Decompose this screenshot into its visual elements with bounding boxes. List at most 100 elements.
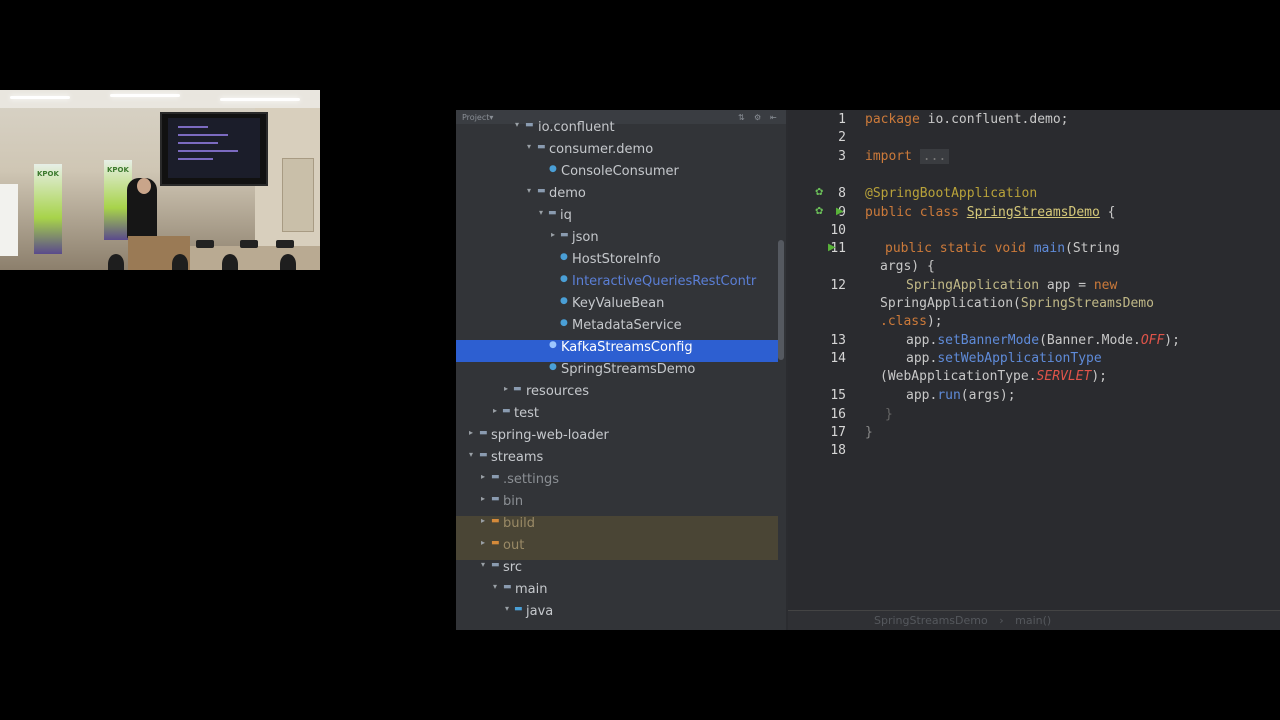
ide-window: Project ▾ ⇅ ⚙ ⇤ ▾ ▬ io.confluent ▾ ▬ con… bbox=[456, 110, 1280, 630]
source-folder-icon: ▬ bbox=[514, 604, 523, 614]
spring-bean-icon[interactable]: ✿ bbox=[815, 187, 823, 198]
package-folder-icon: ▬ bbox=[537, 186, 546, 196]
package-folder-icon: ▬ bbox=[537, 142, 546, 152]
run-icon[interactable]: ▶ bbox=[828, 242, 836, 253]
chevron-down-icon[interactable]: ▾ bbox=[524, 142, 534, 151]
code-line-16: } bbox=[885, 407, 893, 422]
breadcrumb-class[interactable]: SpringStreamsDemo bbox=[874, 614, 988, 627]
tree-item-consumer-demo[interactable]: ▾ ▬ consumer.demo bbox=[456, 142, 786, 164]
chevron-down-icon[interactable]: ▾ bbox=[466, 450, 476, 459]
excluded-folder-icon: ▬ bbox=[491, 516, 500, 526]
tree-item-label: KafkaStreamsConfig bbox=[561, 340, 693, 355]
tree-item-test[interactable]: ▸ ▬ test bbox=[456, 406, 786, 428]
code-line-9: public class SpringStreamsDemo { bbox=[865, 205, 1116, 220]
project-scrollbar[interactable] bbox=[778, 240, 784, 360]
run-icon[interactable]: ▶ bbox=[836, 206, 844, 217]
line-number: 1 bbox=[838, 112, 846, 127]
tree-item-label: HostStoreInfo bbox=[572, 252, 661, 267]
code-line-8: @SpringBootApplication bbox=[865, 186, 1038, 201]
tree-item-label: SpringStreamsDemo bbox=[561, 362, 696, 377]
chevron-down-icon[interactable]: ▾ bbox=[524, 186, 534, 195]
tree-item-io-confluent[interactable]: ▾ ▬ io.confluent bbox=[456, 120, 786, 142]
tree-item-keyvaluebean[interactable]: ● KeyValueBean bbox=[456, 296, 786, 318]
tree-item-label: resources bbox=[526, 384, 590, 399]
tree-item-out[interactable]: ▸ ▬ out bbox=[456, 538, 778, 560]
tree-item-label: MetadataService bbox=[572, 318, 682, 333]
tree-item-label: bin bbox=[503, 494, 524, 509]
chevron-down-icon[interactable]: ▾ bbox=[502, 604, 512, 613]
tree-item-bin[interactable]: ▸ ▬ bin bbox=[456, 494, 786, 516]
line-number: 3 bbox=[838, 149, 846, 164]
tree-item-interactivequeriesrestcontroller[interactable]: ● InteractiveQueriesRestContr bbox=[456, 274, 786, 296]
code-editor[interactable]: 1 2 3 8 9 10 11 12 13 14 15 16 17 18 ✿ ✿… bbox=[788, 110, 1280, 610]
code-line-17: } bbox=[865, 425, 873, 440]
folded-imports[interactable]: ... bbox=[919, 149, 950, 164]
chevron-down-icon[interactable]: ▾ bbox=[536, 208, 546, 217]
line-number: 12 bbox=[830, 278, 846, 293]
chair bbox=[276, 240, 294, 248]
chevron-down-icon[interactable]: ▾ bbox=[490, 582, 500, 591]
code-line-11: public static void main(String bbox=[885, 241, 1120, 256]
tree-item-hoststoreinfo[interactable]: ● HostStoreInfo bbox=[456, 252, 786, 274]
event-banner: KPOK bbox=[34, 164, 62, 254]
chevron-right-icon[interactable]: ▸ bbox=[501, 384, 511, 393]
chevron-right-icon[interactable]: ▸ bbox=[466, 428, 476, 437]
tree-item-label: io.confluent bbox=[538, 120, 615, 135]
tree-item-label: KeyValueBean bbox=[572, 296, 665, 311]
tree-item-consoleconsumer[interactable]: ● ConsoleConsumer bbox=[456, 164, 786, 186]
chevron-right-icon[interactable]: ▸ bbox=[478, 494, 488, 503]
class-icon: ● bbox=[549, 340, 557, 350]
chevron-down-icon[interactable]: ▾ bbox=[512, 120, 522, 129]
tree-item-spring-web-loader[interactable]: ▸ ▬ spring-web-loader bbox=[456, 428, 786, 450]
folder-icon: ▬ bbox=[491, 472, 500, 482]
class-icon: ● bbox=[549, 164, 557, 174]
spring-bean-icon[interactable]: ✿ bbox=[815, 206, 823, 217]
ceiling-light bbox=[10, 96, 70, 99]
chevron-right-icon[interactable]: ▸ bbox=[478, 516, 488, 525]
tree-item-streams[interactable]: ▾ ▬ streams bbox=[456, 450, 786, 472]
class-icon: ● bbox=[560, 318, 568, 328]
chevron-down-icon[interactable]: ▾ bbox=[478, 560, 488, 569]
tree-item-label: InteractiveQueriesRestContr bbox=[572, 274, 757, 289]
code-line-12-wrap: SpringApplication(SpringStreamsDemo bbox=[880, 296, 1154, 311]
tree-item-src[interactable]: ▾ ▬ src bbox=[456, 560, 786, 582]
class-icon: ● bbox=[560, 274, 568, 284]
class-icon: ● bbox=[560, 252, 568, 262]
tree-item-settings[interactable]: ▸ ▬ .settings bbox=[456, 472, 786, 494]
tree-item-demo[interactable]: ▾ ▬ demo bbox=[456, 186, 786, 208]
audience-member bbox=[108, 254, 124, 270]
tree-item-json[interactable]: ▸ ▬ json bbox=[456, 230, 786, 252]
tree-item-metadataservice[interactable]: ● MetadataService bbox=[456, 318, 786, 340]
tree-item-resources[interactable]: ▸ ▬ resources bbox=[456, 384, 786, 406]
chevron-right-icon[interactable]: ▸ bbox=[478, 472, 488, 481]
chevron-right-icon[interactable]: ▸ bbox=[478, 538, 488, 547]
breadcrumb-method[interactable]: main() bbox=[1015, 614, 1051, 627]
chevron-right-icon[interactable]: ▸ bbox=[490, 406, 500, 415]
line-number: 14 bbox=[830, 351, 846, 366]
tree-item-main[interactable]: ▾ ▬ main bbox=[456, 582, 786, 604]
breadcrumb-separator: › bbox=[999, 614, 1004, 627]
audience-member bbox=[222, 254, 238, 270]
chair bbox=[240, 240, 258, 248]
tree-item-kafkastreamsconfig[interactable]: ● KafkaStreamsConfig bbox=[456, 340, 778, 362]
code-line-12-wrap2: .class); bbox=[880, 314, 943, 329]
line-number: 17 bbox=[830, 425, 846, 440]
code-line-3: import ... bbox=[865, 149, 950, 164]
desk bbox=[190, 246, 320, 270]
excluded-folder-icon: ▬ bbox=[491, 538, 500, 548]
tree-item-label: iq bbox=[560, 208, 572, 223]
tree-item-build[interactable]: ▸ ▬ build bbox=[456, 516, 778, 538]
tree-item-label: main bbox=[515, 582, 548, 597]
tree-item-label: java bbox=[526, 604, 554, 619]
chevron-right-icon[interactable]: ▸ bbox=[548, 230, 558, 239]
editor-breadcrumb-bar: SpringStreamsDemo › main() bbox=[788, 610, 1280, 630]
module-folder-icon: ▬ bbox=[479, 450, 488, 460]
project-tree: ▾ ▬ io.confluent ▾ ▬ consumer.demo ● Con… bbox=[456, 120, 786, 626]
tree-item-springstreamsdemo[interactable]: ● SpringStreamsDemo bbox=[456, 362, 786, 384]
tree-item-iq[interactable]: ▾ ▬ iq bbox=[456, 208, 786, 230]
presentation-screen bbox=[160, 112, 268, 186]
ceiling-light bbox=[220, 98, 300, 101]
line-number: 18 bbox=[830, 443, 846, 458]
tree-item-java[interactable]: ▾ ▬ java bbox=[456, 604, 786, 626]
audience-member bbox=[172, 254, 188, 270]
